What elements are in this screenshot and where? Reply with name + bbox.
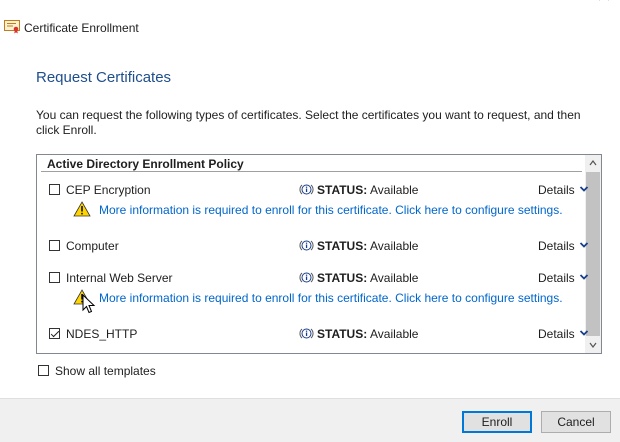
certificate-list: Active Directory Enrollment Policy CEP E…	[36, 154, 602, 354]
details-link[interactable]: Details	[538, 183, 575, 197]
title-bar: Certificate Enrollment	[0, 0, 620, 52]
intro-text: You can request the following types of c…	[36, 108, 581, 137]
close-button[interactable]	[590, 0, 618, 6]
window-title: Certificate Enrollment	[24, 21, 139, 35]
details-link[interactable]: Details	[538, 239, 575, 253]
mouse-cursor-icon	[82, 294, 96, 314]
info-icon	[299, 328, 314, 339]
chevron-down-icon[interactable]	[579, 329, 589, 337]
cert-checkbox[interactable]	[49, 328, 60, 339]
chevron-down-icon[interactable]	[579, 185, 589, 193]
info-icon	[299, 240, 314, 251]
show-all-label[interactable]: Show all templates	[55, 364, 156, 378]
status-label: STATUS:	[317, 327, 368, 341]
cert-checkbox[interactable]	[49, 184, 60, 195]
dialog-footer: Enroll Cancel	[0, 398, 620, 442]
status-value: Available	[370, 183, 419, 197]
cert-name[interactable]: Internal Web Server	[66, 271, 173, 285]
cert-row-cep-encryption: CEP Encryption STATUS: Available Details	[49, 182, 589, 198]
cert-name[interactable]: NDES_HTTP	[66, 327, 137, 341]
show-all-checkbox[interactable]	[38, 365, 49, 376]
status-label: STATUS:	[317, 183, 368, 197]
status-value: Available	[370, 239, 419, 253]
details-link[interactable]: Details	[538, 327, 575, 341]
cert-checkbox[interactable]	[49, 240, 60, 251]
chevron-down-icon[interactable]	[579, 273, 589, 281]
configure-settings-link[interactable]: More information is required to enroll f…	[99, 291, 563, 305]
warning-row: More information is required to enroll f…	[73, 201, 573, 219]
details-link[interactable]: Details	[538, 271, 575, 285]
status-label: STATUS:	[317, 271, 368, 285]
cert-row-ndes-http: NDES_HTTP STATUS: Available Details	[49, 326, 589, 342]
cert-checkbox[interactable]	[49, 272, 60, 283]
cert-name[interactable]: CEP Encryption	[66, 183, 151, 197]
info-icon	[299, 184, 314, 195]
page-heading: Request Certificates	[36, 69, 172, 86]
certificate-icon	[4, 20, 20, 34]
status-label: STATUS:	[317, 239, 368, 253]
status-value: Available	[370, 271, 419, 285]
warning-icon	[73, 201, 91, 217]
configure-settings-link[interactable]: More information is required to enroll f…	[99, 203, 563, 217]
cert-row-internal-web-server: Internal Web Server STATUS: Available De…	[49, 270, 589, 286]
cert-name[interactable]: Computer	[66, 239, 119, 253]
chevron-down-icon[interactable]	[579, 241, 589, 249]
warning-row: More information is required to enroll f…	[73, 289, 573, 307]
status-value: Available	[370, 327, 419, 341]
minimize-button[interactable]	[540, 0, 568, 6]
cancel-button[interactable]: Cancel	[541, 411, 611, 433]
info-icon	[299, 272, 314, 283]
scroll-down-icon[interactable]	[589, 341, 597, 349]
scrollbar-thumb[interactable]	[586, 172, 600, 336]
scroll-up-icon[interactable]	[589, 159, 597, 167]
enroll-button[interactable]: Enroll	[462, 411, 532, 433]
policy-header: Active Directory Enrollment Policy	[41, 157, 582, 172]
cert-row-computer: Computer STATUS: Available Details	[49, 238, 589, 254]
